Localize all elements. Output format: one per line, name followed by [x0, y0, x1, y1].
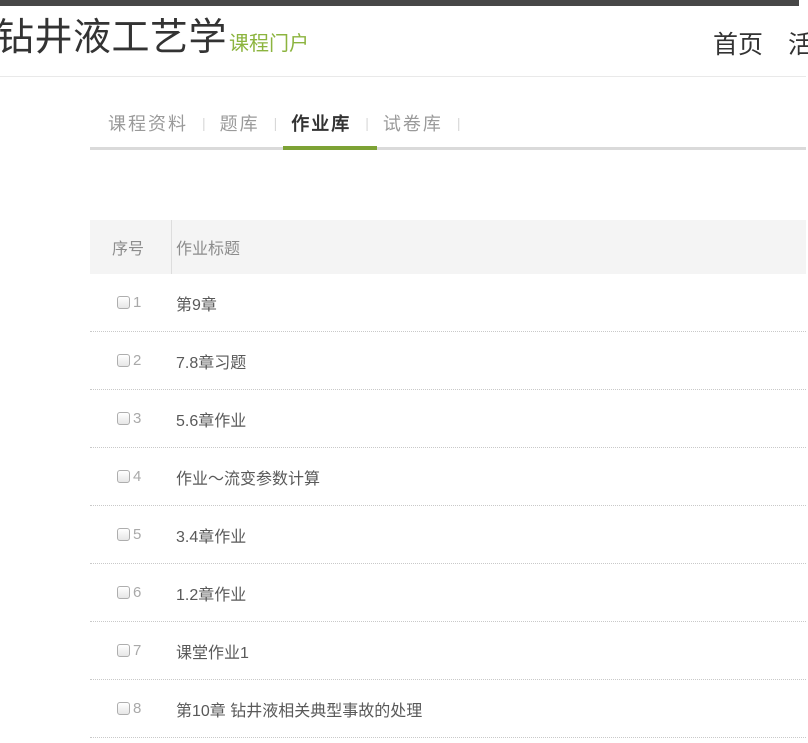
tab-1[interactable]: 题库 — [220, 110, 260, 136]
table-body: 1 第9章 2 7.8章习题 3 5.6章作业 4 作业～流变参数计算 5 3.4章作业 6 1.2章… — [90, 274, 806, 738]
row-index-cell: 8 — [90, 700, 171, 717]
tab-3[interactable]: 试卷库 — [383, 110, 443, 136]
row-index-cell: 2 — [90, 352, 171, 369]
table-row: 4 作业～流变参数计算 — [90, 448, 806, 506]
assignment-title[interactable]: 作业～流变参数计算 — [171, 465, 320, 489]
row-index-cell: 5 — [90, 526, 171, 543]
top-bar — [0, 0, 799, 6]
tab-separator: | — [365, 115, 369, 131]
row-checkbox[interactable] — [117, 470, 130, 483]
table-row: 3 5.6章作业 — [90, 390, 806, 448]
tab-separator: | — [274, 115, 278, 131]
row-index: 1 — [133, 294, 141, 311]
row-index: 4 — [133, 468, 141, 485]
assignment-title[interactable]: 3.4章作业 — [171, 523, 246, 547]
row-checkbox[interactable] — [117, 702, 130, 715]
table-row: 1 第9章 — [90, 274, 806, 332]
main-nav: 首页活 — [713, 25, 808, 61]
nav-item-1[interactable]: 活 — [788, 25, 808, 61]
row-index: 5 — [133, 526, 141, 543]
tab-separator: | — [457, 115, 461, 131]
row-index: 3 — [133, 410, 141, 427]
tab-underline-track — [90, 147, 806, 150]
row-index: 2 — [133, 352, 141, 369]
row-checkbox[interactable] — [117, 296, 130, 309]
header-divider — [0, 76, 806, 77]
row-checkbox[interactable] — [117, 354, 130, 367]
row-index-cell: 3 — [90, 410, 171, 427]
assignment-title[interactable]: 7.8章习题 — [171, 349, 246, 373]
assignment-title[interactable]: 第9章 — [171, 291, 217, 315]
tab-bar: 课程资料 | 题库 | 作业库 | 试卷库 | — [108, 103, 475, 143]
tab-separator: | — [202, 115, 206, 131]
assignment-title[interactable]: 5.6章作业 — [171, 407, 246, 431]
nav-item-0[interactable]: 首页 — [713, 25, 763, 61]
row-checkbox[interactable] — [117, 412, 130, 425]
table-row: 7 课堂作业1 — [90, 622, 806, 680]
table-row: 5 3.4章作业 — [90, 506, 806, 564]
column-header-title: 作业标题 — [171, 235, 240, 259]
tab-2[interactable]: 作业库 — [291, 110, 351, 136]
table-row: 6 1.2章作业 — [90, 564, 806, 622]
page-subtitle: 课程门户 — [229, 27, 309, 56]
row-index-cell: 4 — [90, 468, 171, 485]
page-title: 钻井液工艺学 — [0, 16, 227, 60]
table-row: 8 第10章 钻井液相关典型事故的处理 — [90, 680, 806, 738]
row-checkbox[interactable] — [117, 528, 130, 541]
row-index-cell: 1 — [90, 294, 171, 311]
row-index: 8 — [133, 700, 141, 717]
row-checkbox[interactable] — [117, 586, 130, 599]
column-header-index: 序号 — [90, 235, 171, 259]
table-header-row: 序号 作业标题 — [90, 220, 806, 274]
row-index: 7 — [133, 642, 141, 659]
tab-active-underline — [283, 146, 377, 150]
row-checkbox[interactable] — [117, 644, 130, 657]
tab-0[interactable]: 课程资料 — [108, 110, 188, 136]
row-index-cell: 7 — [90, 642, 171, 659]
assignment-table: 序号 作业标题 1 第9章 2 7.8章习题 3 5.6章作业 4 作业～流变参数计算 5 3.4… — [90, 220, 806, 738]
table-row: 2 7.8章习题 — [90, 332, 806, 390]
assignment-title[interactable]: 课堂作业1 — [171, 639, 249, 663]
assignment-title[interactable]: 1.2章作业 — [171, 581, 246, 605]
course-title-group: 钻井液工艺学 课程门户 — [0, 16, 309, 60]
row-index: 6 — [133, 584, 141, 601]
assignment-title[interactable]: 第10章 钻井液相关典型事故的处理 — [171, 697, 422, 721]
row-index-cell: 6 — [90, 584, 171, 601]
